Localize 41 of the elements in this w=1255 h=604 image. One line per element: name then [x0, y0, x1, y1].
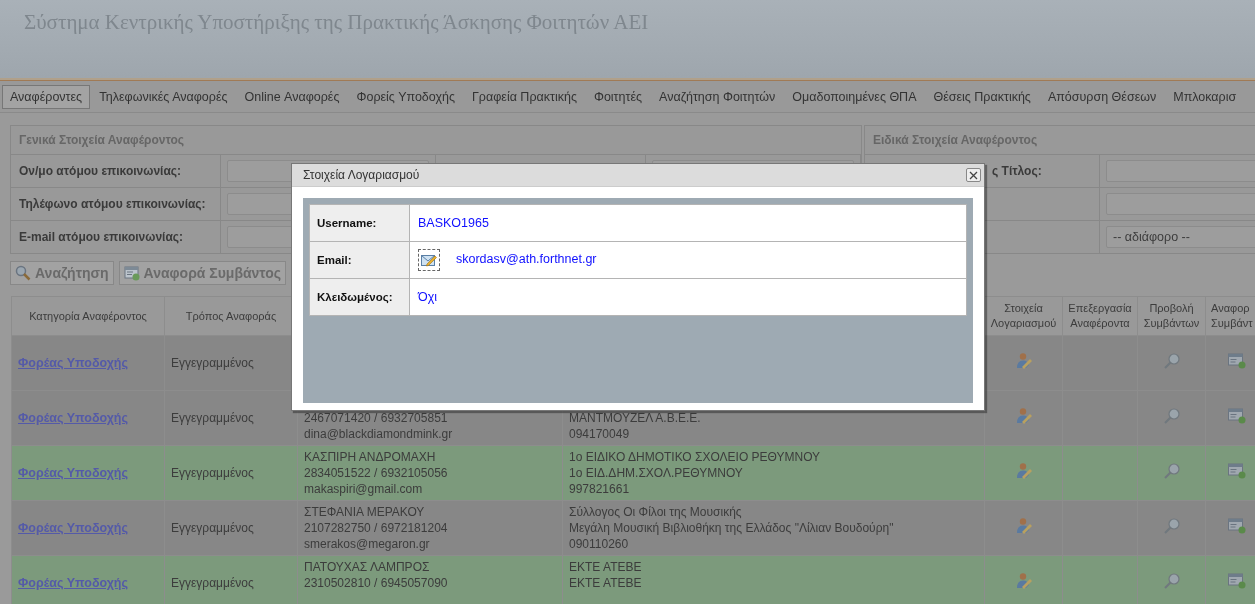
- table-cell-text: 1ο ΕΙΔΙΚΟ ΔΗΜΟΤΙΚΟ ΣΧΟΛΕΙΟ ΡΕΘΥΜΝΟΥ: [569, 449, 822, 465]
- column-header: Στοιχεία Λογαριασμού: [984, 296, 1063, 336]
- field-value: skordasv@ath.forthnet.gr: [456, 252, 597, 267]
- table-cell-text: 1ο ΕΙΔ.ΔΗΜ.ΣΧΟΛ.ΡΕΘΥΜΝΟΥ: [569, 465, 744, 481]
- field-label: E-mail ατόμου επικοινωνίας:: [19, 230, 183, 244]
- field-label: ς Τίτλος:: [992, 164, 1042, 178]
- table-cell-text: ΚΑΣΠΙΡΗ ΑΝΔΡΟΜΑΧΗ: [304, 449, 437, 465]
- table-cell-text: ΠΑΤΟΥΧΑΣ ΛΑΜΠΡΟΣ: [304, 559, 431, 575]
- table-cell: Εγγεγραμμένος: [171, 521, 254, 535]
- field-label: Email:: [317, 254, 352, 266]
- field-value: Όχι: [418, 290, 438, 304]
- column-header: Κατηγορία Αναφέροντος: [11, 296, 165, 336]
- column-header: Επεξεργασία Αναφέροντα: [1062, 296, 1138, 336]
- field-label: Ον/μο ατόμου επικοινωνίας:: [19, 164, 181, 178]
- table-cell: Εγγεγραμμένος: [171, 466, 254, 480]
- table-cell: Εγγεγραμμένος: [171, 356, 254, 370]
- table-cell-text: ΜΑΝΤΜΟΥΖΕΛ Α.Β.Ε.Ε.: [569, 410, 702, 426]
- table-cell-text: makaspiri@gmail.com: [304, 481, 424, 497]
- column-header: Προβολή Συμβάντων: [1137, 296, 1206, 336]
- table-cell-text: 997821661: [569, 481, 631, 497]
- table-cell: Εγγεγραμμένος: [171, 411, 254, 425]
- field-label: Κλειδωμένος:: [317, 291, 393, 303]
- table-cell-text: 2310502810 / 6945057090: [304, 575, 449, 591]
- table-cell-text: 094170049: [569, 426, 631, 442]
- table-cell-text: ΣΤΕΦΑΝΙΑ ΜΕΡΑΚΟΥ: [304, 504, 426, 520]
- field-label: Τηλέφωνο ατόμου επικοινωνίας:: [19, 197, 206, 211]
- table-cell-text: ΕΚΤΕ ΑΤΕΒΕ: [569, 559, 643, 575]
- table-cell-text: Σύλλογος Οι Φίλοι της Μουσικής: [569, 504, 743, 520]
- table-cell-text: 090110260: [569, 536, 630, 552]
- field-label: Username:: [317, 217, 377, 229]
- table-cell-text: 2107282750 / 6972181204: [304, 520, 449, 536]
- table-cell-text: ΕΚΤΕ ΑΤΕΒΕ: [569, 575, 643, 591]
- table-cell: Εγγεγραμμένος: [171, 576, 254, 590]
- dialog-title: Στοιχεία Λογαριασμού: [303, 168, 420, 182]
- column-header: Αναφορ Συμβάντ: [1205, 296, 1255, 336]
- table-cell-text: dina@blackdiamondmink.gr: [304, 426, 454, 442]
- table-cell-text: 2467071420 / 6932705851: [304, 410, 449, 426]
- table-cell-text: smerakos@megaron.gr: [304, 536, 431, 552]
- table-cell-text: 2834051522 / 6932105056: [304, 465, 449, 481]
- table-cell-text: Μεγάλη Μουσική Βιβλιοθήκη της Ελλάδος "Λίλιαν Βουδούρη": [569, 520, 895, 536]
- field-value: BASKO1965: [418, 216, 489, 230]
